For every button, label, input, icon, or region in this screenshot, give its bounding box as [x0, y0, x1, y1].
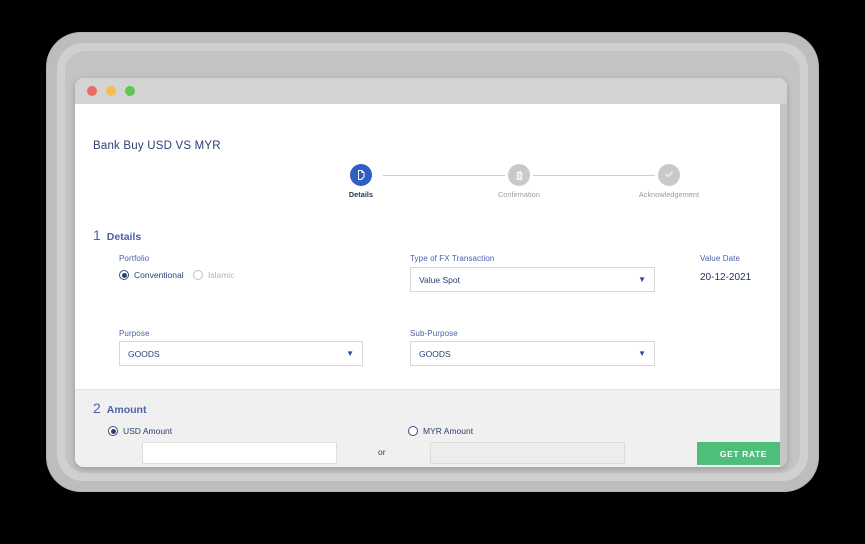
get-rate-button[interactable]: GET RATE — [697, 442, 787, 465]
amount-section: 2 Amount USD Amount or MYR Amount GET RA… — [75, 389, 787, 467]
sub-purpose-select[interactable]: GOODS ▼ — [410, 341, 655, 366]
fx-type-select[interactable]: Value Spot ▼ — [410, 267, 655, 292]
details-section-title: Details — [106, 231, 142, 243]
chevron-down-icon: ▼ — [346, 348, 354, 358]
radio-usd-amount[interactable] — [108, 426, 118, 436]
stepper-step-confirmation[interactable]: Confirmation — [473, 160, 565, 199]
page-title: Bank Buy USD VS MYR — [93, 140, 221, 152]
radio-conventional[interactable] — [119, 270, 129, 280]
sub-purpose-label: Sub-Purpose — [410, 329, 458, 338]
myr-amount-input[interactable] — [430, 442, 625, 464]
details-section-number: 1 — [93, 227, 101, 243]
fx-type-value: Value Spot — [419, 274, 460, 285]
stepper-label-confirmation: Confirmation — [498, 190, 540, 199]
or-separator: or — [378, 447, 386, 457]
value-date-label: Value Date — [700, 254, 740, 263]
radio-myr-amount[interactable] — [408, 426, 418, 436]
scrollbar-track[interactable] — [780, 104, 787, 467]
stepper-label-details: Details — [348, 190, 374, 199]
radio-label-usd-amount: USD Amount — [123, 426, 173, 436]
chevron-down-icon: ▼ — [638, 348, 646, 358]
stepper-step-details[interactable]: Details — [315, 160, 407, 199]
details-section: 1 Details Portfolio Conventional Islamic… — [75, 214, 780, 389]
page-viewport: Bank Buy USD VS MYR Details Confirmation… — [75, 104, 787, 467]
minimize-button[interactable] — [106, 86, 116, 96]
clipboard-icon — [508, 164, 530, 186]
radio-label-myr-amount: MYR Amount — [423, 426, 474, 436]
window-titlebar — [75, 78, 787, 104]
portfolio-option-islamic[interactable]: Islamic — [193, 270, 234, 280]
value-date-value: 20-12-2021 — [700, 272, 752, 283]
portfolio-label: Portfolio — [119, 254, 150, 263]
usd-amount-input[interactable] — [142, 442, 337, 464]
chevron-down-icon: ▼ — [638, 274, 646, 284]
amount-section-title: Amount — [106, 404, 147, 416]
myr-amount-option[interactable]: MYR Amount — [408, 426, 473, 436]
stepper-step-acknowledgement[interactable]: Acknowledgement — [623, 160, 715, 199]
scrollbar-thumb[interactable] — [780, 104, 787, 467]
amount-section-heading: 2 Amount — [93, 400, 146, 416]
maximize-button[interactable] — [125, 86, 135, 96]
fx-type-label: Type of FX Transaction — [410, 254, 495, 263]
amount-section-number: 2 — [93, 400, 101, 416]
details-section-heading: 1 Details — [93, 227, 141, 243]
screen: Bank Buy USD VS MYR Details Confirmation… — [0, 0, 865, 544]
document-icon — [350, 164, 372, 186]
stepper-label-acknowledgement: Acknowledgement — [638, 190, 700, 199]
radio-islamic[interactable] — [193, 270, 203, 280]
sub-purpose-value: GOODS — [419, 348, 451, 359]
purpose-label: Purpose — [119, 329, 150, 338]
check-icon — [658, 164, 680, 186]
radio-label-islamic: Islamic — [208, 270, 235, 280]
usd-amount-option[interactable]: USD Amount — [108, 426, 172, 436]
purpose-select[interactable]: GOODS ▼ — [119, 341, 363, 366]
radio-label-conventional: Conventional — [134, 270, 184, 280]
browser-window: Bank Buy USD VS MYR Details Confirmation… — [75, 78, 787, 467]
portfolio-option-conventional[interactable]: Conventional — [119, 270, 184, 280]
purpose-value: GOODS — [128, 348, 160, 359]
close-button[interactable] — [87, 86, 97, 96]
progress-stepper: Details Confirmation Acknowledgement — [345, 160, 705, 206]
